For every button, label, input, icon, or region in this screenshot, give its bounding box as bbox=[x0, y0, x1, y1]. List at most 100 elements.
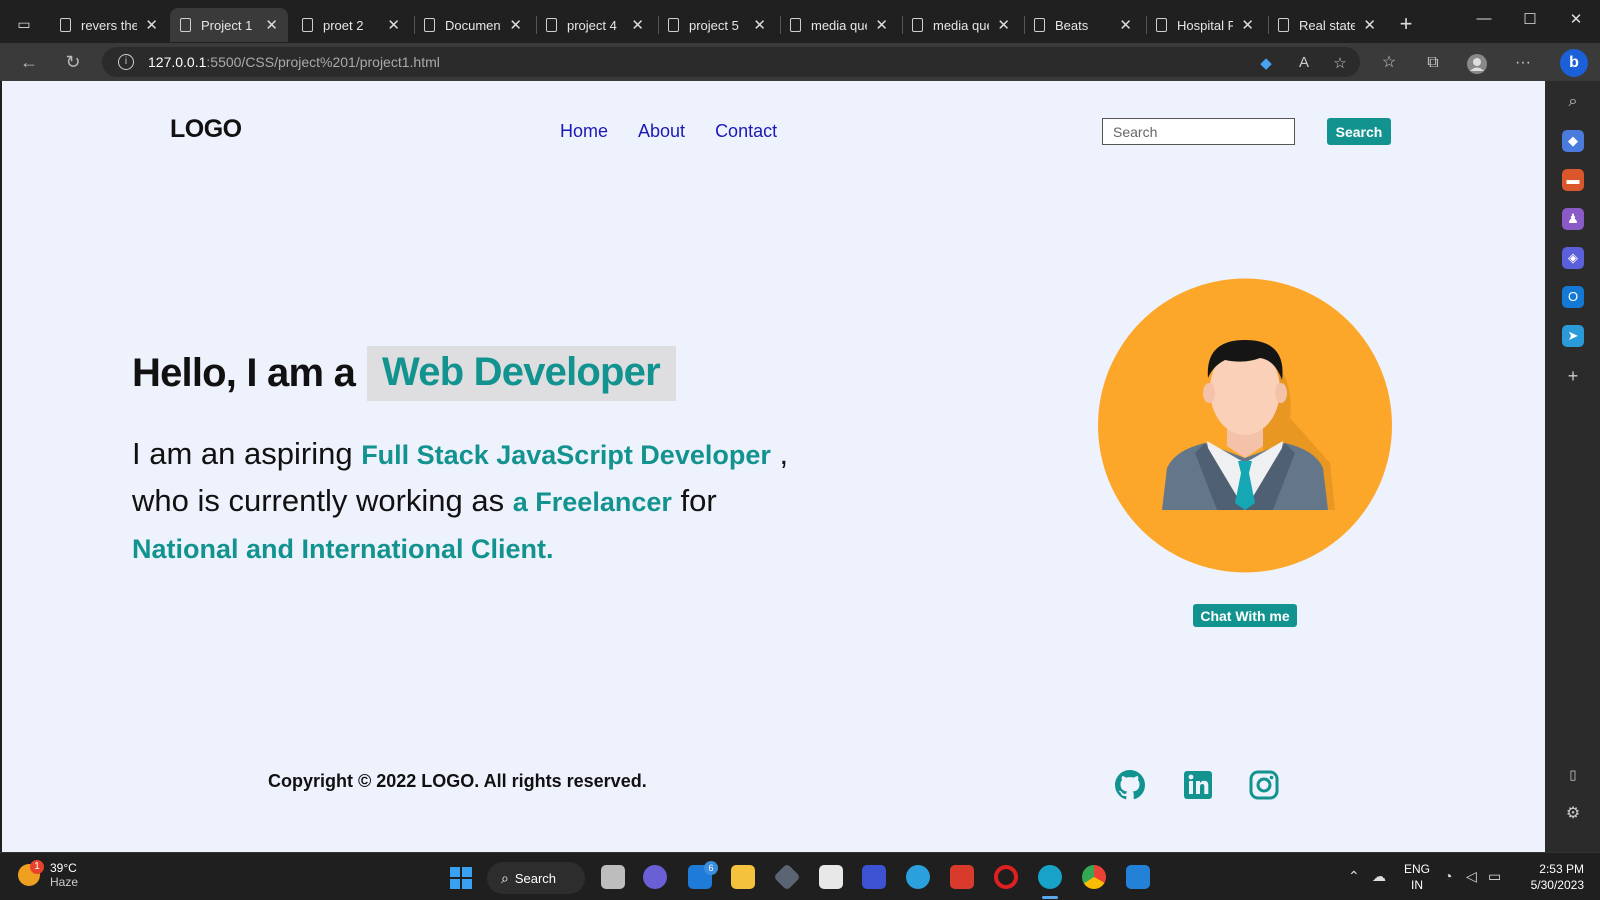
minimize-icon[interactable]: — bbox=[1464, 10, 1504, 27]
close-tab-icon[interactable]: ✕ bbox=[1119, 16, 1132, 34]
tab-document[interactable]: Document ✕ bbox=[414, 8, 532, 42]
tab-project-5[interactable]: project 5 ✕ bbox=[658, 8, 776, 42]
new-tab-icon[interactable]: + bbox=[1392, 10, 1420, 38]
coupon-tag-icon[interactable]: ◆ bbox=[1256, 54, 1276, 74]
maximize-icon[interactable]: ☐ bbox=[1510, 10, 1550, 28]
opera-icon[interactable] bbox=[994, 865, 1018, 889]
collections-icon[interactable]: ⧉ bbox=[1422, 53, 1444, 75]
shopping-tag-icon[interactable]: ◆ bbox=[1562, 130, 1584, 152]
nav-link-home[interactable]: Home bbox=[560, 121, 608, 142]
edge-icon[interactable] bbox=[1038, 865, 1062, 889]
instagram-icon[interactable] bbox=[1248, 769, 1280, 801]
tab-title: media que bbox=[811, 17, 868, 33]
close-tab-icon[interactable]: ✕ bbox=[631, 16, 644, 34]
read-aloud-icon[interactable]: A bbox=[1294, 54, 1314, 74]
linkedin-icon[interactable] bbox=[1182, 769, 1214, 801]
drop-icon[interactable]: ➤ bbox=[1562, 325, 1584, 347]
clock[interactable]: 2:53 PM 5/30/2023 bbox=[1520, 861, 1584, 893]
tab-project-1[interactable]: Project 1 ✕ bbox=[170, 8, 288, 42]
search-button[interactable]: Search bbox=[1327, 118, 1391, 145]
bing-copilot-icon[interactable]: b bbox=[1560, 49, 1588, 77]
hide-sidebar-icon[interactable]: ▯ bbox=[1562, 764, 1584, 786]
add-sidebar-app-icon[interactable]: + bbox=[1562, 365, 1584, 387]
volume-icon[interactable]: ◁ bbox=[1466, 868, 1477, 885]
close-tab-icon[interactable]: ✕ bbox=[1241, 16, 1254, 34]
nav-link-contact[interactable]: Contact bbox=[715, 121, 777, 142]
site-logo[interactable]: LOGO bbox=[170, 115, 242, 144]
battery-icon[interactable]: ▭ bbox=[1488, 868, 1501, 885]
wps-office-icon[interactable] bbox=[950, 865, 974, 889]
site-info-icon[interactable]: i bbox=[118, 54, 134, 70]
close-tab-icon[interactable]: ✕ bbox=[1363, 16, 1376, 34]
region-code: IN bbox=[1411, 878, 1423, 892]
close-tab-icon[interactable]: ✕ bbox=[265, 16, 278, 34]
chat-with-me-button[interactable]: Chat With me bbox=[1193, 604, 1297, 627]
language-indicator[interactable]: ENG IN bbox=[1404, 861, 1430, 893]
weather-widget[interactable]: 1 39°C Haze bbox=[18, 860, 78, 889]
tab-title: project 4 bbox=[567, 17, 617, 33]
address-bar-row: ← ↻ i 127.0.0.1:5500/CSS/project%201/pro… bbox=[0, 43, 1600, 81]
show-hidden-icons-icon[interactable]: ⌃ bbox=[1348, 868, 1360, 885]
telegram-icon[interactable] bbox=[906, 865, 930, 889]
sidebar-search-icon[interactable]: ⌕ bbox=[1562, 91, 1584, 113]
url-field[interactable]: i 127.0.0.1:5500/CSS/project%201/project… bbox=[102, 47, 1360, 77]
sidebar-settings-icon[interactable]: ⚙ bbox=[1562, 803, 1584, 825]
tab-revers[interactable]: revers the ✕ bbox=[50, 8, 168, 42]
url-host: 127.0.0.1 bbox=[148, 54, 207, 70]
tab-title: Hospital P bbox=[1177, 17, 1234, 33]
tab-real-state[interactable]: Real state ✕ bbox=[1268, 8, 1386, 42]
file-explorer-icon[interactable] bbox=[731, 865, 755, 889]
tab-title: proet 2 bbox=[323, 17, 364, 33]
browser-tab-bar: ▭ revers the ✕ Project 1 ✕ proet 2 ✕ Doc… bbox=[0, 0, 1600, 46]
tab-beats[interactable]: Beats ✕ bbox=[1024, 8, 1142, 42]
close-window-icon[interactable]: ✕ bbox=[1556, 10, 1596, 28]
profile-icon[interactable] bbox=[1466, 53, 1488, 75]
tab-title: project 5 bbox=[689, 17, 739, 33]
add-favorite-icon[interactable]: ☆ bbox=[1330, 54, 1350, 74]
close-tab-icon[interactable]: ✕ bbox=[145, 16, 158, 34]
tab-hospital[interactable]: Hospital P ✕ bbox=[1146, 8, 1264, 42]
back-icon[interactable]: ← bbox=[18, 51, 40, 73]
tab-media-query-1[interactable]: media que ✕ bbox=[780, 8, 898, 42]
mail-icon[interactable]: 6 bbox=[688, 861, 718, 889]
tab-title: Document bbox=[445, 17, 502, 33]
microsoft-store-icon[interactable] bbox=[819, 865, 843, 889]
tab-actions-icon[interactable]: ▭ bbox=[10, 10, 38, 38]
windows-start-icon[interactable] bbox=[450, 867, 472, 889]
chrome-icon[interactable] bbox=[1082, 865, 1106, 889]
nav-link-about[interactable]: About bbox=[638, 121, 685, 142]
tab-proet-2[interactable]: proet 2 ✕ bbox=[292, 8, 410, 42]
taskbar-search[interactable]: ⌕ Search bbox=[487, 862, 585, 894]
tab-title: Real state bbox=[1299, 17, 1356, 33]
vscode-icon[interactable] bbox=[1126, 865, 1150, 889]
github-icon[interactable] bbox=[1114, 769, 1146, 801]
teams-chat-icon[interactable] bbox=[643, 865, 667, 889]
wifi-icon[interactable]: ◔ bbox=[1444, 868, 1452, 884]
outlook-icon[interactable]: O bbox=[1562, 286, 1584, 308]
task-view-icon[interactable] bbox=[601, 865, 625, 889]
tab-project-4[interactable]: project 4 ✕ bbox=[536, 8, 654, 42]
favorites-icon[interactable]: ☆ bbox=[1378, 53, 1400, 75]
close-tab-icon[interactable]: ✕ bbox=[875, 16, 888, 34]
desc-text-4: for bbox=[680, 483, 717, 518]
active-app-indicator bbox=[1042, 896, 1058, 899]
m365-icon[interactable]: ◈ bbox=[1562, 247, 1584, 269]
language-code: ENG bbox=[1404, 862, 1431, 876]
more-menu-icon[interactable]: ··· bbox=[1512, 53, 1534, 75]
search-input[interactable] bbox=[1102, 118, 1295, 145]
page-viewport: LOGO Home About Contact Search Hello, I … bbox=[2, 81, 1545, 852]
close-tab-icon[interactable]: ✕ bbox=[509, 16, 522, 34]
clock-date: 5/30/2023 bbox=[1530, 878, 1584, 892]
close-tab-icon[interactable]: ✕ bbox=[753, 16, 766, 34]
tools-briefcase-icon[interactable]: ▬ bbox=[1562, 169, 1584, 191]
unity-app-icon[interactable] bbox=[773, 863, 801, 891]
visual-studio-icon[interactable] bbox=[862, 865, 886, 889]
tab-media-query-2[interactable]: media que ✕ bbox=[902, 8, 1020, 42]
close-tab-icon[interactable]: ✕ bbox=[387, 16, 400, 34]
games-icon[interactable]: ♟ bbox=[1562, 208, 1584, 230]
onedrive-icon[interactable]: ☁ bbox=[1372, 868, 1386, 885]
weather-sun-icon: 1 bbox=[18, 860, 44, 886]
close-tab-icon[interactable]: ✕ bbox=[997, 16, 1010, 34]
desc-text-1: I am an aspiring bbox=[132, 436, 353, 471]
refresh-icon[interactable]: ↻ bbox=[62, 51, 84, 73]
